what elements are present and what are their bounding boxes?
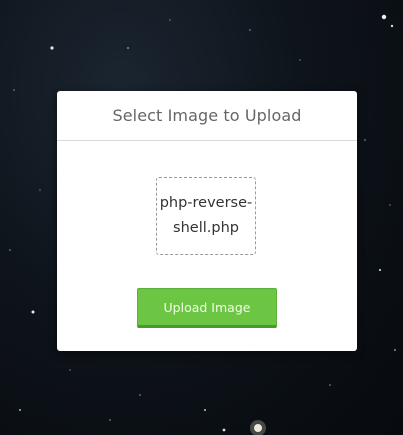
star [204,409,206,411]
star [390,24,394,28]
upload-card: Select Image to Upload php-reverse-shell… [57,91,357,351]
star [378,268,382,272]
star [50,46,54,50]
star [69,369,71,371]
card-title: Select Image to Upload [112,106,302,125]
star [13,89,15,91]
upload-image-button[interactable]: Upload Image [137,288,277,328]
star [222,428,226,432]
star [329,384,331,386]
star [109,419,111,421]
star [389,204,391,206]
star [250,420,266,435]
star [394,349,396,351]
star [19,409,21,411]
star [9,249,11,251]
star [139,394,141,396]
star [249,29,251,31]
star [381,14,387,20]
star [39,189,41,191]
card-header: Select Image to Upload [57,91,357,141]
star [31,310,35,314]
star [127,47,129,49]
star [364,139,366,141]
file-drop-zone[interactable]: php-reverse-shell.php [156,177,256,255]
star [169,19,171,21]
selected-file-name: php-reverse-shell.php [159,195,253,236]
star [299,59,301,61]
